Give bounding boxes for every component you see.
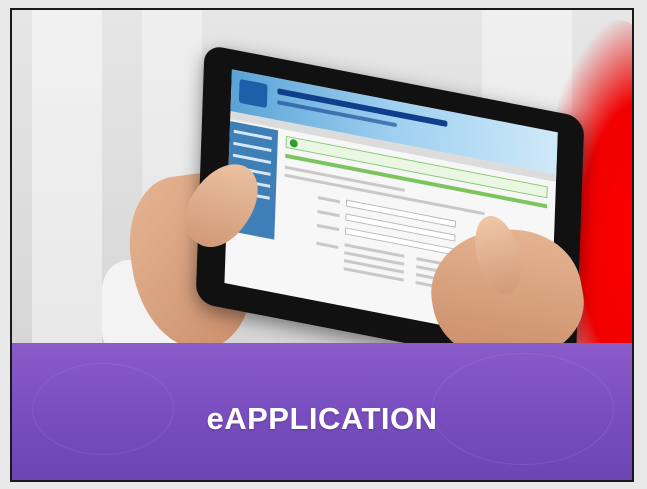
eapplication-card[interactable]: eAPPLICATION	[0, 0, 647, 489]
screen-form-label	[317, 196, 341, 204]
screen-sidebar-item	[232, 153, 271, 164]
agency-logo-icon	[238, 78, 268, 109]
screen-form-label	[317, 210, 340, 218]
screen-form-label	[316, 241, 339, 250]
screen-sidebar-item	[233, 141, 272, 153]
title-banner[interactable]: eAPPLICATION	[12, 343, 632, 480]
screen-form-label	[316, 223, 340, 232]
background-stripe	[32, 10, 102, 350]
card-frame: eAPPLICATION	[10, 8, 634, 482]
screen-sidebar-item	[233, 129, 272, 141]
banner-title: eAPPLICATION	[206, 401, 438, 436]
